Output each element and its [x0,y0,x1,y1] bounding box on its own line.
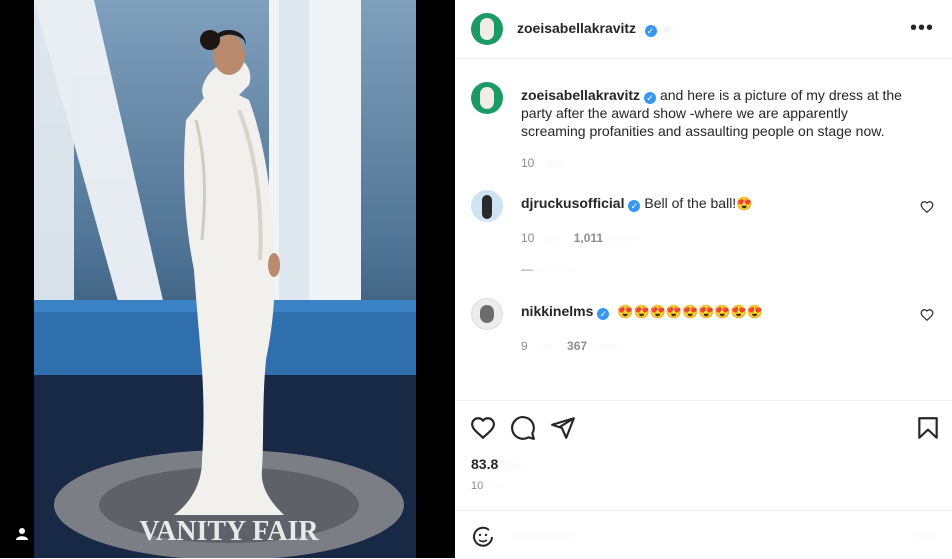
author-link[interactable]: zoeisabellakravitz ✓ [517,20,657,38]
view-replies[interactable]: — ········ [521,262,571,276]
caption-item: zoeisabellakravitz ✓ and here is a pictur… [471,82,936,172]
action-bar [455,400,952,455]
comment-likes[interactable]: 367 [567,339,587,353]
user-tag-icon[interactable] [10,522,34,546]
comment-username[interactable]: djruckusofficial [521,195,624,211]
verified-icon: ✓ [628,200,641,212]
caption-time[interactable]: 10 [521,156,534,170]
post-photo[interactable]: VANITY FAIR [34,0,416,558]
comment-input[interactable]: ·············· [511,527,572,542]
add-comment-bar: ·············· ···· [455,510,952,559]
verified-icon: ✓ [644,25,657,37]
avatar[interactable] [471,190,503,222]
post-image-pane[interactable]: VANITY FAIR [0,0,455,558]
emoji-icon[interactable] [471,525,495,549]
heart-icon[interactable] [470,415,496,441]
avatar[interactable] [471,298,503,330]
author-username[interactable]: zoeisabellakravitz [517,20,636,36]
more-icon[interactable]: ••• [910,18,934,38]
comment-emoji: 😍 [736,196,753,211]
comment-icon[interactable] [510,415,536,441]
post-header: zoeisabellakravitz ✓ • · ••• [455,0,952,59]
post-details: zoeisabellakravitz ✓ • · ••• zoeisabella… [455,0,952,558]
photo-illustration: VANITY FAIR [34,0,416,558]
comment-username[interactable]: nikkinelms [521,303,593,319]
verified-icon: ✓ [597,308,610,320]
comment-item: nikkinelms ✓ 😍😍😍😍😍😍😍😍😍 9 ···· 367 ······ [471,298,936,378]
floor-sign-text: VANITY FAIR [139,516,319,547]
comment-item: djruckusofficial ✓ Bell of the ball!😍 10 ·… [471,190,936,276]
avatar[interactable] [471,82,503,114]
share-icon[interactable] [550,415,576,441]
follow-link-blurred[interactable]: • · [665,22,678,37]
avatar[interactable] [471,13,503,45]
comment-like-heart-icon[interactable] [920,200,934,214]
comment-emoji: 😍😍😍😍😍😍😍😍😍 [617,304,763,319]
bookmark-icon[interactable] [915,415,941,441]
post-date[interactable]: 10······ [471,480,505,492]
verified-icon: ✓ [644,92,657,104]
caption-username[interactable]: zoeisabellakravitz [521,87,640,103]
comment-text: Bell of the ball! [644,195,737,211]
comments-list: zoeisabellakravitz ✓ and here is a pictur… [455,60,952,400]
comment-like-heart-icon[interactable] [920,308,934,322]
post-button[interactable]: ···· [917,527,934,542]
likes-count[interactable]: 83.8····· [471,456,522,472]
comment-time[interactable]: 10 [521,231,534,245]
comment-likes[interactable]: 1,011 [574,231,603,245]
comment-time[interactable]: 9 [521,339,528,353]
